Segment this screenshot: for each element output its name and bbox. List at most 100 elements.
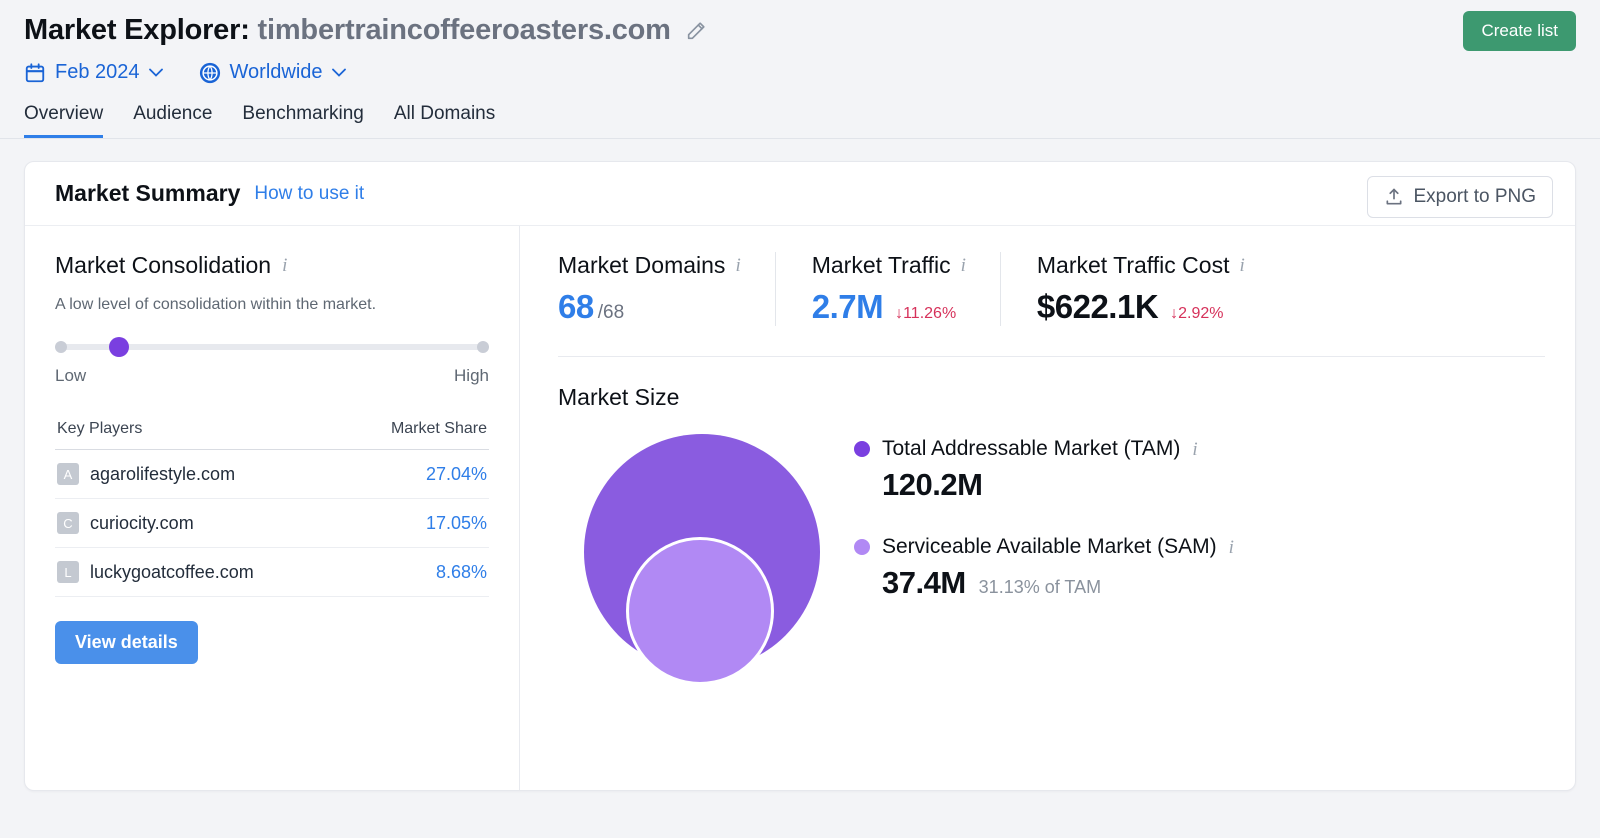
favicon-placeholder: L (57, 561, 79, 583)
calendar-icon (24, 62, 46, 84)
market-size-legend: Total Addressable Market (TAM) i 120.2M … (854, 423, 1234, 685)
table-row[interactable]: C curiocity.com 17.05% (55, 499, 489, 548)
table-cell-domain: L luckygoatcoffee.com (57, 561, 254, 583)
legend-item-tam: Total Addressable Market (TAM) i 120.2M (854, 437, 1234, 503)
location-filter-label: Worldwide (230, 61, 323, 84)
kpi-value: 2.7M (812, 288, 883, 326)
info-icon[interactable]: i (282, 256, 287, 275)
kpi-value: 68 (558, 288, 594, 326)
market-size-body: Total Addressable Market (TAM) i 120.2M … (558, 423, 1545, 685)
legend-head: Total Addressable Market (TAM) i (854, 437, 1234, 461)
kpi-market-traffic-cost: Market Traffic Cost i $622.1K ↓2.92% (1000, 252, 1279, 326)
page-title: Market Explorer: timbertraincoffeeroaste… (24, 14, 671, 47)
sam-value: 37.4M (882, 565, 966, 601)
upload-icon (1384, 187, 1404, 207)
column-header-key-players: Key Players (57, 420, 142, 438)
table-row[interactable]: A agarolifestyle.com 27.04% (55, 450, 489, 499)
market-share-value[interactable]: 17.05% (426, 513, 487, 534)
favicon-placeholder: C (57, 512, 79, 534)
kpi-label-text: Market Traffic Cost (1037, 252, 1230, 279)
kpi-value-row: $622.1K ↓2.92% (1037, 288, 1245, 326)
slider-label-low: Low (55, 366, 86, 386)
page-header: Create list Market Explorer: timbertrain… (0, 0, 1600, 138)
tab-benchmarking[interactable]: Benchmarking (242, 103, 363, 138)
slider-endpoint-low (55, 341, 67, 353)
favicon-placeholder: A (57, 463, 79, 485)
tam-value: 120.2M (882, 467, 982, 503)
section-divider (558, 356, 1545, 357)
page-title-domain: timbertraincoffeeroasters.com (258, 14, 671, 46)
table-row[interactable]: L luckygoatcoffee.com 8.68% (55, 548, 489, 597)
slider-endpoint-high (477, 341, 489, 353)
location-filter[interactable]: Worldwide (199, 61, 346, 84)
market-consolidation-title: Market Consolidation i (55, 252, 489, 279)
export-to-png-label: Export to PNG (1414, 186, 1537, 208)
kpi-label: Market Traffic Cost i (1037, 252, 1245, 279)
chevron-down-icon (332, 68, 346, 77)
sam-circle (626, 537, 774, 685)
consolidation-description: A low level of consolidation within the … (55, 296, 489, 314)
slider-thumb[interactable] (109, 337, 129, 357)
tab-audience[interactable]: Audience (133, 103, 212, 138)
tab-all-domains[interactable]: All Domains (394, 103, 495, 138)
kpi-value-row: 2.7M ↓11.26% (812, 288, 966, 326)
tam-legend-dot (854, 441, 870, 457)
create-list-button[interactable]: Create list (1463, 11, 1576, 51)
kpi-delta: ↓11.26% (895, 305, 956, 323)
kpi-delta: ↓2.92% (1170, 305, 1223, 323)
kpi-value-row: 68 /68 (558, 288, 741, 326)
legend-head: Serviceable Available Market (SAM) i (854, 535, 1234, 559)
domain-name: curiocity.com (90, 513, 194, 534)
table-cell-domain: A agarolifestyle.com (57, 463, 235, 485)
market-consolidation-panel: Market Consolidation i A low level of co… (25, 226, 520, 790)
view-details-button[interactable]: View details (55, 621, 198, 664)
tam-value-row: 120.2M (882, 467, 1234, 503)
tam-label: Total Addressable Market (TAM) (882, 437, 1180, 461)
slider-label-high: High (454, 366, 489, 386)
globe-icon (199, 62, 221, 84)
market-summary-card: Market Summary How to use it Export to P… (24, 161, 1576, 791)
tab-bar: Overview Audience Benchmarking All Domai… (24, 103, 1576, 138)
market-size-circles-chart (558, 423, 818, 685)
card-body: Market Consolidation i A low level of co… (25, 226, 1575, 790)
kpi-market-domains: Market Domains i 68 /68 (558, 252, 775, 326)
export-to-png-button[interactable]: Export to PNG (1367, 176, 1554, 218)
kpi-subvalue: /68 (598, 302, 624, 324)
market-consolidation-label: Market Consolidation (55, 252, 271, 279)
sam-value-row: 37.4M 31.13% of TAM (882, 565, 1234, 601)
column-header-market-share: Market Share (391, 420, 487, 438)
domain-name: luckygoatcoffee.com (90, 562, 254, 583)
sam-percent-of-tam: 31.13% of TAM (979, 577, 1101, 598)
market-share-value[interactable]: 8.68% (436, 562, 487, 583)
table-header: Key Players Market Share (55, 420, 489, 450)
info-icon[interactable]: i (1192, 440, 1197, 459)
kpi-label: Market Domains i (558, 252, 741, 279)
slider-labels: Low High (55, 366, 489, 386)
market-share-value[interactable]: 27.04% (426, 464, 487, 485)
tab-overview[interactable]: Overview (24, 103, 103, 138)
info-icon[interactable]: i (961, 256, 966, 275)
key-players-table: Key Players Market Share A agarolifestyl… (55, 420, 489, 597)
kpi-label: Market Traffic i (812, 252, 966, 279)
sam-label: Serviceable Available Market (SAM) (882, 535, 1217, 559)
info-icon[interactable]: i (735, 256, 740, 275)
pencil-icon[interactable] (685, 20, 707, 42)
sam-legend-dot (854, 539, 870, 555)
kpi-row: Market Domains i 68 /68 Market Traffic i… (558, 252, 1545, 326)
kpi-label-text: Market Traffic (812, 252, 951, 279)
market-size-title: Market Size (558, 384, 1545, 411)
info-icon[interactable]: i (1229, 538, 1234, 557)
date-filter[interactable]: Feb 2024 (24, 61, 163, 84)
filter-row: Feb 2024 Worldwide (24, 61, 1576, 84)
card-header: Market Summary How to use it Export to P… (25, 162, 1575, 226)
kpi-market-traffic: Market Traffic i 2.7M ↓11.26% (775, 252, 1000, 326)
date-filter-label: Feb 2024 (55, 61, 140, 84)
consolidation-slider[interactable] (55, 337, 489, 357)
how-to-use-link[interactable]: How to use it (254, 183, 364, 205)
tab-bar-divider (0, 138, 1600, 139)
page-title-prefix: Market Explorer: (24, 14, 250, 46)
table-cell-domain: C curiocity.com (57, 512, 194, 534)
market-metrics-panel: Market Domains i 68 /68 Market Traffic i… (520, 226, 1575, 790)
info-icon[interactable]: i (1239, 256, 1244, 275)
kpi-label-text: Market Domains (558, 252, 725, 279)
